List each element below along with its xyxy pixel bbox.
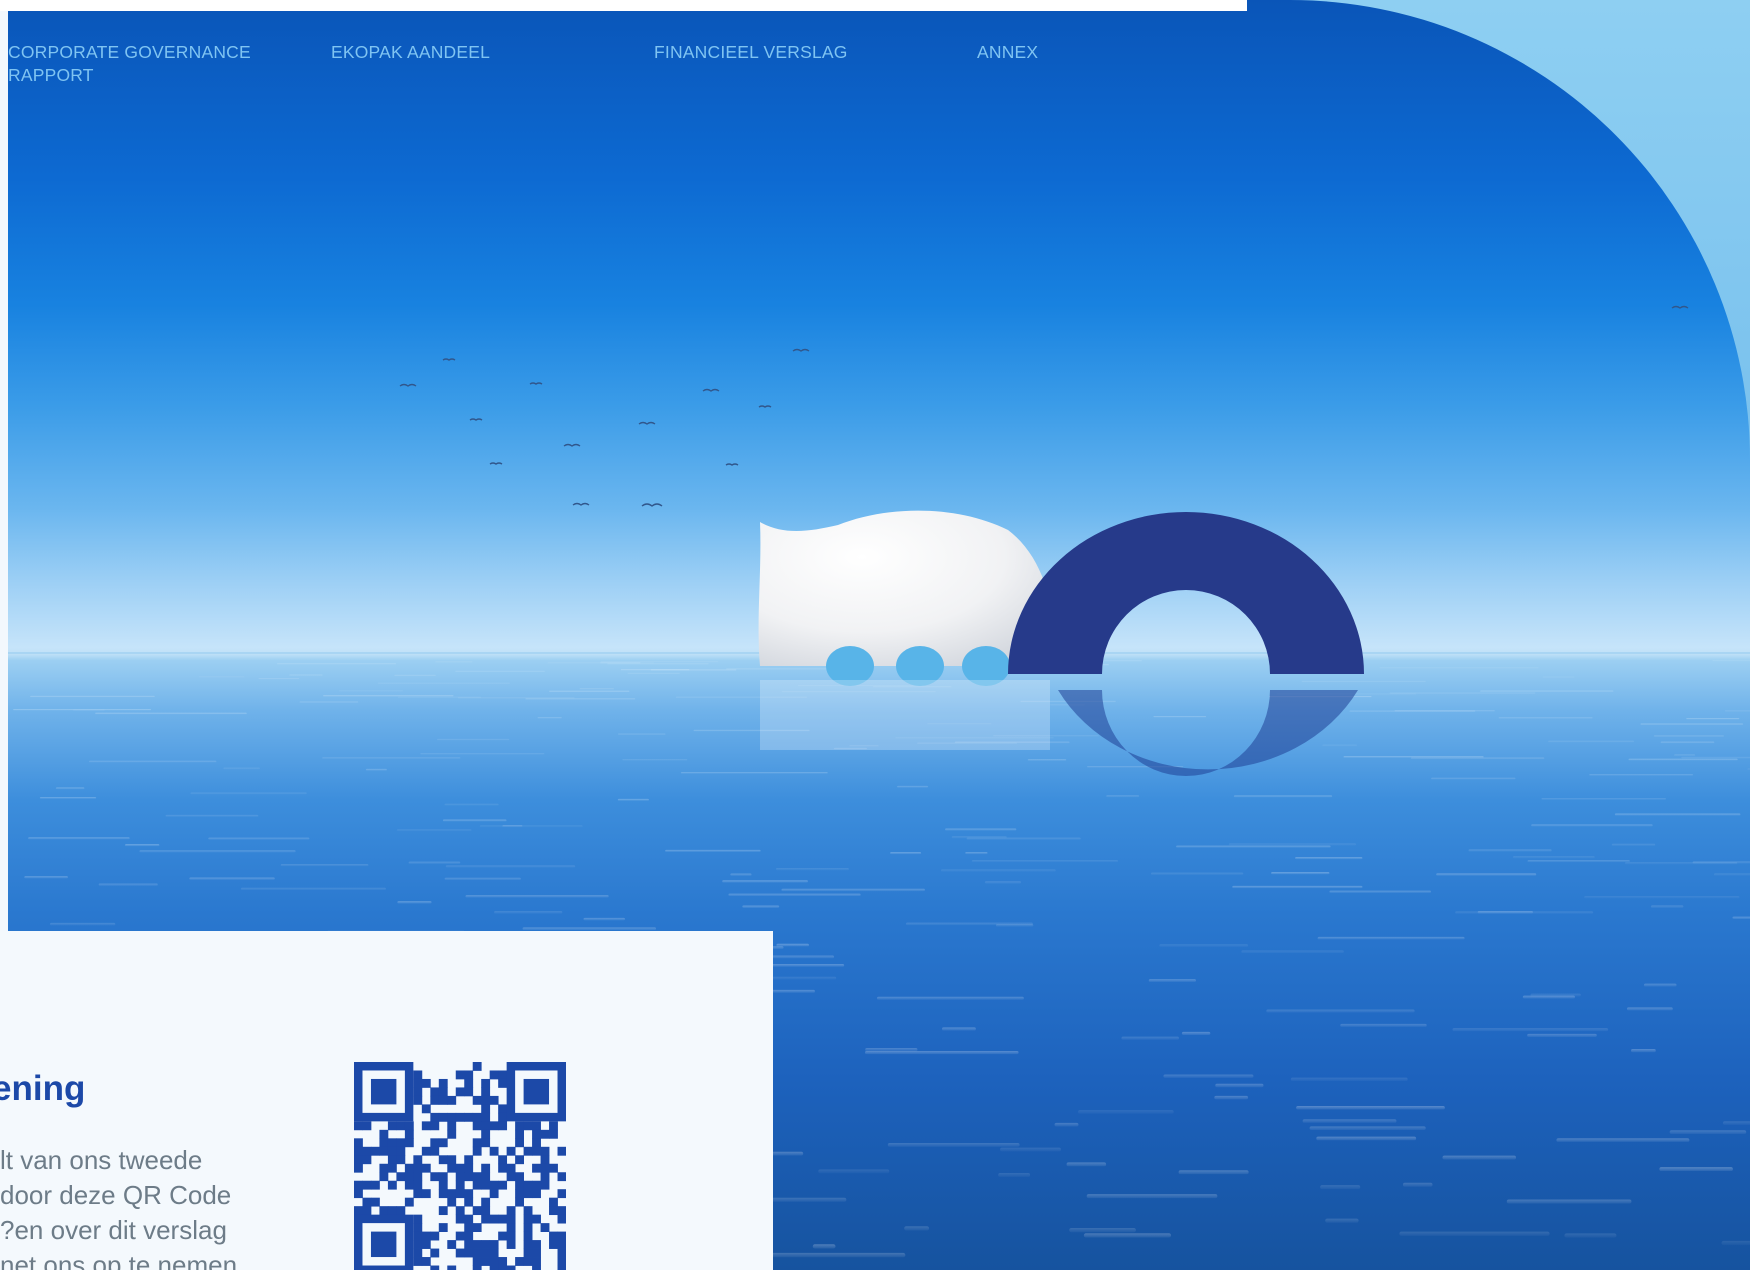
nav-corporate-governance-rapport[interactable]: CORPORATE GOVERNANCE RAPPORT (8, 41, 268, 87)
qr-code-icon[interactable] (354, 1062, 566, 1270)
card-body: lt van ons tweede door deze QR Code en o… (0, 1143, 258, 1270)
top-bar (0, 0, 1247, 11)
card-line: lt van ons tweede (0, 1145, 203, 1175)
birds (399, 305, 1689, 507)
nav-financieel-verslag[interactable]: FINANCIEEL VERSLAG (654, 41, 904, 64)
nav-annex[interactable]: ANNEX (977, 41, 1097, 64)
card-line: en over dit verslag? (0, 1215, 227, 1245)
card-line: net ons op te nemen (0, 1250, 238, 1270)
left-strip (0, 11, 8, 931)
top-nav: CORPORATE GOVERNANCE RAPPORT EKOPAK AAND… (8, 41, 1108, 91)
nav-ekopak-aandeel[interactable]: EKOPAK AANDEEL (331, 41, 581, 64)
card-line: door deze QR Code (0, 1180, 232, 1210)
qr-code-graphic (354, 1062, 566, 1270)
card-heading: ening (0, 1069, 86, 1108)
